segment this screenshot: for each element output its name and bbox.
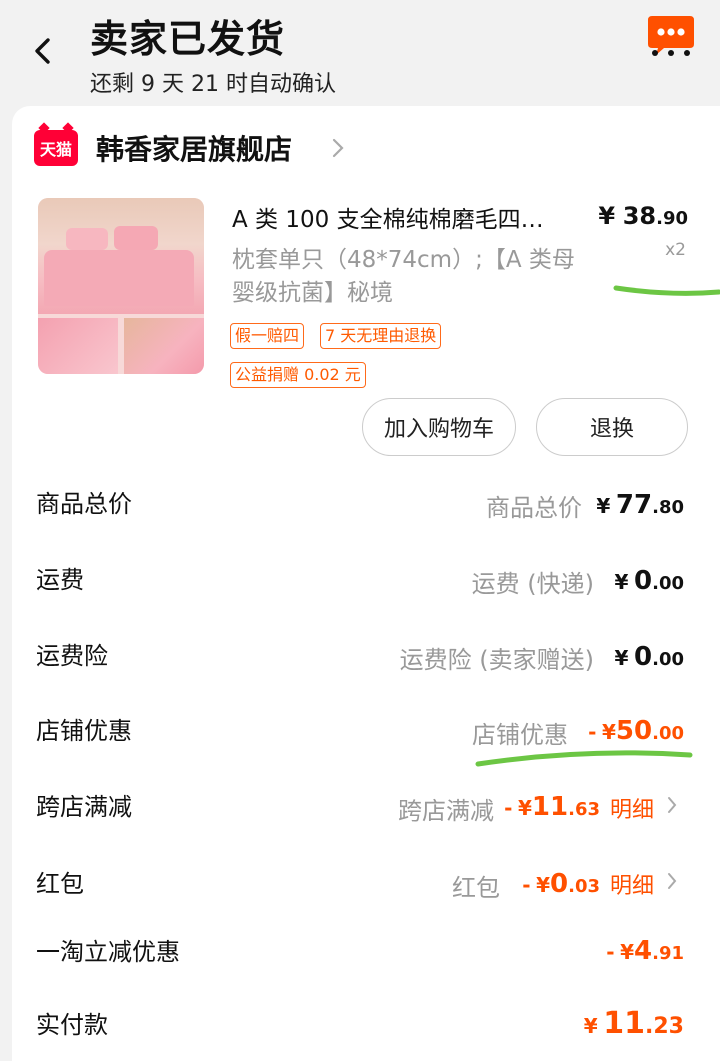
- chevron-right-icon[interactable]: [666, 795, 678, 815]
- row-label-amount-paid: 实付款: [36, 1011, 108, 1039]
- row-value-cross-store-discount: - ¥11.63: [504, 792, 600, 822]
- tmall-logo-text: 天猫: [39, 140, 72, 159]
- value-sign: -: [504, 796, 513, 820]
- row-label-shop-discount: 店铺优惠: [36, 717, 132, 745]
- return-exchange-button[interactable]: 退换: [536, 398, 688, 456]
- page-title: 卖家已发货: [90, 17, 286, 61]
- product-spec: 枕套单只（48*74cm）;【A 类母婴级抗菌】秘境: [232, 247, 575, 306]
- value-dec: .23: [645, 1014, 684, 1039]
- currency-symbol: ¥: [614, 646, 629, 670]
- row-value-shipping: ¥ 0.00: [615, 566, 684, 596]
- back-chevron-icon[interactable]: [28, 34, 58, 68]
- price-symbol: ¥: [598, 202, 616, 230]
- currency-symbol: ¥: [614, 570, 629, 594]
- tag-charity-donation: 公益捐赠 0.02 元: [230, 362, 366, 388]
- red-packet-detail-link[interactable]: 明细: [610, 868, 654, 900]
- auto-confirm-countdown: 还剩 9 天 21 时自动确认: [90, 72, 336, 97]
- row-desc-goods-total: 商品总价: [486, 494, 582, 522]
- row-desc-cross-store-discount: 跨店满减: [398, 797, 494, 825]
- row-value-goods-total: ¥ 77.80: [596, 490, 684, 520]
- currency-symbol: ¥: [536, 873, 551, 897]
- value-int: 0: [550, 869, 569, 899]
- currency-symbol: ¥: [620, 940, 635, 964]
- tmall-logo-icon: 天猫: [34, 130, 78, 166]
- currency-symbol: ¥: [518, 796, 532, 820]
- product-title[interactable]: A 类 100 支全棉纯棉磨毛四…: [232, 200, 592, 234]
- row-desc-shipping-insurance: 运费险 (卖家赠送): [399, 646, 594, 674]
- row-label-red-packet: 红包: [36, 870, 84, 898]
- price-int: 38: [622, 202, 657, 230]
- row-value-shop-discount: - ¥50.00: [588, 716, 684, 746]
- row-label-etao-discount: 一淘立减优惠: [36, 938, 180, 966]
- row-desc-red-packet: 红包: [452, 874, 500, 902]
- currency-symbol: ¥: [583, 1014, 598, 1038]
- row-value-etao-discount: - ¥4.91: [606, 936, 684, 966]
- chat-more-icon[interactable]: [646, 12, 696, 58]
- thumbnail-pillow: [114, 226, 158, 250]
- value-int: 11: [603, 1006, 646, 1041]
- value-int: 0: [634, 642, 653, 672]
- cross-store-detail-link[interactable]: 明细: [610, 792, 654, 824]
- value-int: 0: [634, 566, 653, 596]
- value-dec: .03: [568, 876, 600, 897]
- value-dec: .00: [652, 573, 684, 594]
- tag-seven-day-return: 7 天无理由退换: [320, 323, 442, 349]
- row-label-cross-store-discount: 跨店满减: [36, 793, 132, 821]
- tag-fake-compensation: 假一赔四: [230, 323, 305, 349]
- value-sign: -: [606, 940, 615, 964]
- value-int: 77: [615, 490, 653, 520]
- shop-chevron-right-icon[interactable]: [330, 136, 346, 160]
- value-int: 50: [615, 716, 653, 746]
- product-quantity: x2: [665, 240, 686, 260]
- row-label-goods-total: 商品总价: [36, 490, 132, 518]
- row-value-red-packet: - ¥0.03: [522, 869, 600, 899]
- thumbnail-pillow: [66, 228, 108, 250]
- value-dec: .80: [652, 497, 684, 518]
- product-unit-price: ¥ 38.90: [598, 202, 688, 230]
- value-dec: .00: [652, 649, 684, 670]
- add-to-cart-button[interactable]: 加入购物车: [362, 398, 516, 456]
- thumbnail-bed: [44, 250, 194, 306]
- price-dec: .90: [656, 208, 688, 229]
- value-dec: .63: [568, 799, 600, 820]
- row-desc-shipping: 运费 (快递): [471, 570, 594, 598]
- value-sign: -: [522, 873, 531, 897]
- value-int: 11: [531, 792, 569, 822]
- row-value-shipping-insurance: ¥ 0.00: [615, 642, 684, 672]
- row-value-amount-paid: ¥ 11.23: [584, 1006, 684, 1041]
- shop-name[interactable]: 韩香家居旗舰店: [96, 128, 292, 168]
- row-label-shipping-insurance: 运费险: [36, 642, 108, 670]
- currency-symbol: ¥: [602, 720, 616, 744]
- chevron-right-icon[interactable]: [666, 871, 678, 891]
- currency-symbol: ¥: [596, 494, 611, 518]
- row-desc-shop-discount: 店铺优惠: [472, 721, 568, 749]
- product-thumbnail[interactable]: [38, 198, 204, 374]
- row-label-shipping: 运费: [36, 566, 84, 594]
- thumbnail-swatch: [38, 318, 118, 374]
- value-sign: -: [588, 720, 597, 744]
- value-int: 4: [634, 936, 653, 966]
- value-dec: .00: [652, 723, 684, 744]
- value-dec: .91: [652, 943, 684, 964]
- thumbnail-swatch: [124, 318, 204, 374]
